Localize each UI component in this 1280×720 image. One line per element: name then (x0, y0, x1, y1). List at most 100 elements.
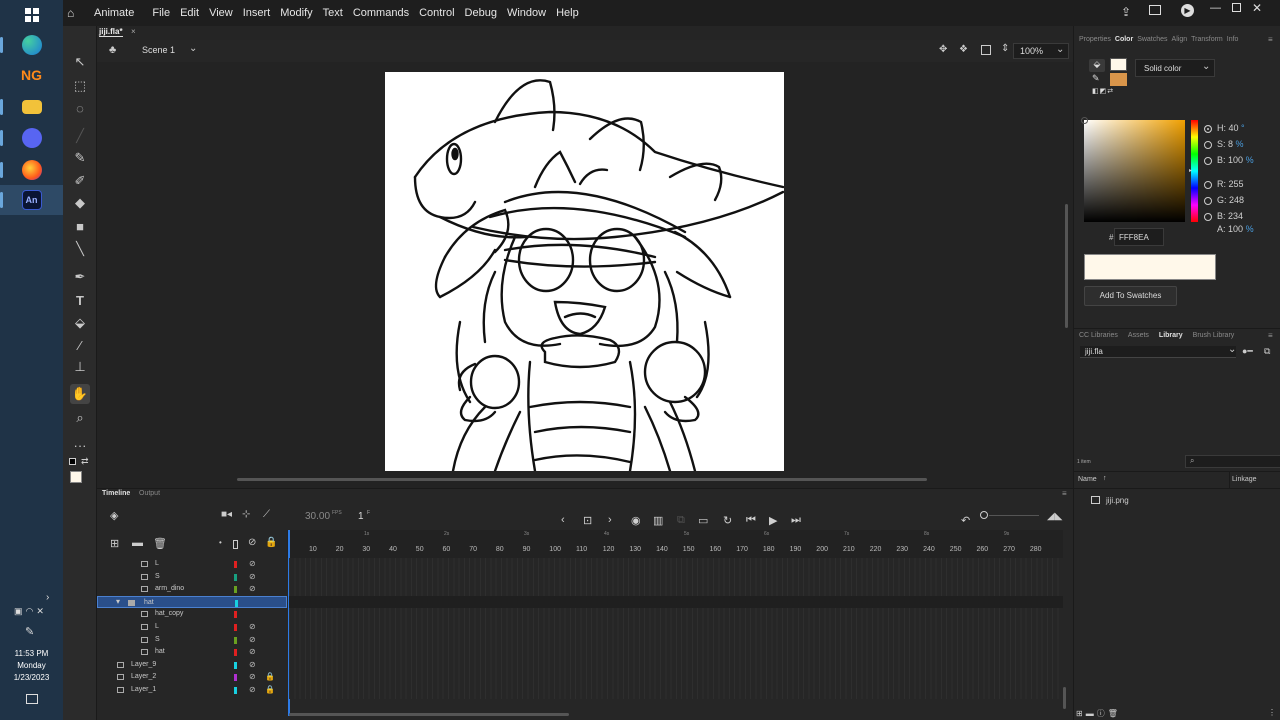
layer-row[interactable]: ▾ hat (97, 595, 287, 609)
folder-expand-icon[interactable]: ▾ (116, 597, 120, 606)
play-icon[interactable]: ▶ (769, 514, 777, 527)
blue-row[interactable]: B: 234 (1204, 211, 1243, 221)
saturation-brightness-picker[interactable] (1081, 117, 1185, 222)
animate-taskbar-button[interactable]: An (0, 185, 63, 215)
fit-frames-icon[interactable]: ◢◣ (1047, 511, 1062, 522)
fps-value[interactable]: 30.00 (305, 511, 330, 522)
step-forward-icon[interactable]: ⏭ (791, 514, 801, 527)
hue-row[interactable]: H: 40 ° (1204, 123, 1245, 133)
frame-grid[interactable] (289, 558, 1063, 699)
notifications-icon[interactable] (26, 694, 38, 704)
more-tools-icon[interactable]: ··· (70, 435, 90, 455)
new-folder-icon[interactable]: ▬ (132, 537, 143, 549)
snap-icon[interactable]: ✥ (939, 44, 947, 55)
sort-arrow-icon[interactable]: ↑ (1103, 475, 1107, 482)
tray-icons[interactable]: ▣◠✕ (14, 606, 47, 617)
tab-assets[interactable]: Assets (1128, 332, 1149, 339)
workspace-icon[interactable] (1149, 5, 1161, 15)
insert-keyframe-icon[interactable]: ⊡ (583, 514, 592, 527)
pin-library-icon[interactable]: ●━ (1242, 346, 1253, 357)
restore-button[interactable] (1232, 3, 1241, 12)
hidden-eye-icon[interactable]: ⊘ (249, 584, 256, 593)
hue-radio[interactable] (1204, 124, 1212, 133)
blue-radio[interactable] (1204, 212, 1212, 221)
timeline-zoom-slider[interactable] (989, 515, 1039, 516)
layer-color-swatch[interactable] (234, 636, 237, 644)
layer-color-swatch[interactable] (234, 561, 237, 568)
edit-multiple-icon[interactable]: ⧉ (677, 514, 685, 527)
loop-icon[interactable]: ↻ (723, 514, 732, 527)
library-document-dropdown[interactable]: jiji.fla ⌄ (1080, 344, 1236, 358)
red-value[interactable]: 255 (1229, 179, 1244, 189)
layer-color-swatch[interactable] (234, 649, 237, 657)
highlight-dot-icon[interactable]: • (219, 538, 222, 547)
layer-color-swatch[interactable] (234, 624, 237, 631)
close-document-icon[interactable]: × (131, 27, 136, 36)
layer-color-swatch[interactable] (234, 611, 237, 619)
document-tab[interactable]: jiji.fla* (99, 27, 123, 37)
hidden-eye-icon[interactable]: ⊘ (249, 685, 256, 694)
free-transform-tool-icon[interactable]: ⬚ (70, 76, 90, 96)
rectangle-tool-icon[interactable]: ■ (70, 216, 90, 236)
add-to-swatches-button[interactable]: Add To Swatches (1084, 286, 1177, 306)
layer-color-swatch[interactable] (234, 586, 237, 594)
fill-bucket-icon[interactable]: ⬙ (1089, 59, 1105, 72)
firefox-taskbar-button[interactable] (0, 155, 63, 185)
undo-frames-icon[interactable]: ↶ (961, 514, 970, 527)
scene-name[interactable]: Scene 1 (142, 45, 175, 55)
tab-library[interactable]: Library (1159, 332, 1183, 339)
tab-info[interactable]: Info (1227, 36, 1239, 43)
tab-transform[interactable]: Transform (1191, 36, 1223, 43)
hidden-eye-icon[interactable]: ⊘ (249, 622, 256, 631)
lock-all-icon[interactable]: 🔒 (265, 537, 277, 548)
color-mode-icons[interactable]: ◧◩⇄ (1092, 87, 1114, 95)
menu-modify[interactable]: Modify (275, 7, 317, 19)
tab-timeline[interactable]: Timeline (102, 490, 130, 497)
brightness-radio[interactable] (1204, 156, 1212, 165)
layer-row[interactable]: hat ⊘ (97, 646, 287, 659)
step-back-icon[interactable]: ⏮ (746, 514, 756, 527)
layer-row[interactable]: L ⊘ (97, 621, 287, 634)
layer-row[interactable]: Layer_1 ⊘ 🔒 (97, 684, 287, 697)
stroke-pencil-icon[interactable]: ✎ (1092, 73, 1100, 84)
show-hidden-icons-chevron[interactable]: › (46, 592, 49, 603)
layer-row[interactable]: S ⊘ (97, 634, 287, 647)
panel-menu-icon[interactable]: ≡ (1062, 489, 1067, 498)
hidden-eye-icon[interactable]: ⊘ (249, 559, 256, 568)
home-icon[interactable]: ⌂ (67, 6, 89, 20)
camera-icon[interactable]: ■◂ (221, 509, 232, 520)
layer-color-swatch[interactable] (235, 599, 238, 607)
library-resize-icon[interactable]: ⋮ (1268, 708, 1276, 717)
layer-row[interactable]: arm_dino ⊘ (97, 583, 287, 596)
text-tool-icon[interactable]: T (70, 290, 90, 310)
menu-view[interactable]: View (204, 7, 238, 19)
default-colors-icon[interactable] (69, 458, 76, 465)
menu-file[interactable]: File (147, 7, 175, 19)
green-radio[interactable] (1204, 196, 1212, 205)
new-layer-icon[interactable]: ⊞ (110, 537, 119, 550)
pen-icon[interactable]: ✎ (25, 625, 34, 638)
library-footer-icons[interactable]: ⊞▬ⓘ🗑 (1076, 708, 1121, 719)
brightness-row[interactable]: B: 100 % (1204, 155, 1254, 165)
pen-tool-icon[interactable]: ✒ (70, 267, 90, 287)
green-row[interactable]: G: 248 (1204, 195, 1244, 205)
hidden-eye-icon[interactable]: ⊘ (249, 635, 256, 644)
hue-value[interactable]: 40 (1229, 123, 1239, 133)
menu-debug[interactable]: Debug (460, 7, 502, 19)
lasso-tool-icon[interactable]: ◌ (70, 98, 90, 118)
frame-ruler[interactable]: 1s 2s 3s 4s 5s 6s 7s 8s 9s 10 20 30 40 50 60 70 80 90 100… (287, 530, 1063, 558)
hand-tool-icon[interactable]: ✋ (70, 384, 90, 404)
next-keyframe-icon[interactable]: › (608, 514, 612, 526)
zoom-dropdown[interactable]: 100% ⌄ (1013, 43, 1069, 59)
edit-symbols-icon[interactable]: ❖ (959, 44, 968, 55)
layer-row[interactable]: Layer_9 ⊘ (97, 659, 287, 672)
library-panel-menu-icon[interactable]: ≡ (1268, 331, 1273, 340)
graph-icon[interactable]: ⟋ (263, 509, 270, 520)
tab-align[interactable]: Align (1172, 36, 1188, 43)
edge-taskbar-button[interactable] (0, 30, 63, 60)
tab-color[interactable]: Color (1115, 36, 1133, 43)
paint-brush-tool-icon[interactable]: ✐ (70, 171, 90, 191)
hidden-eye-icon[interactable]: ⊘ (249, 660, 256, 669)
layer-color-swatch[interactable] (234, 674, 237, 682)
clip-content-icon[interactable] (981, 45, 991, 55)
